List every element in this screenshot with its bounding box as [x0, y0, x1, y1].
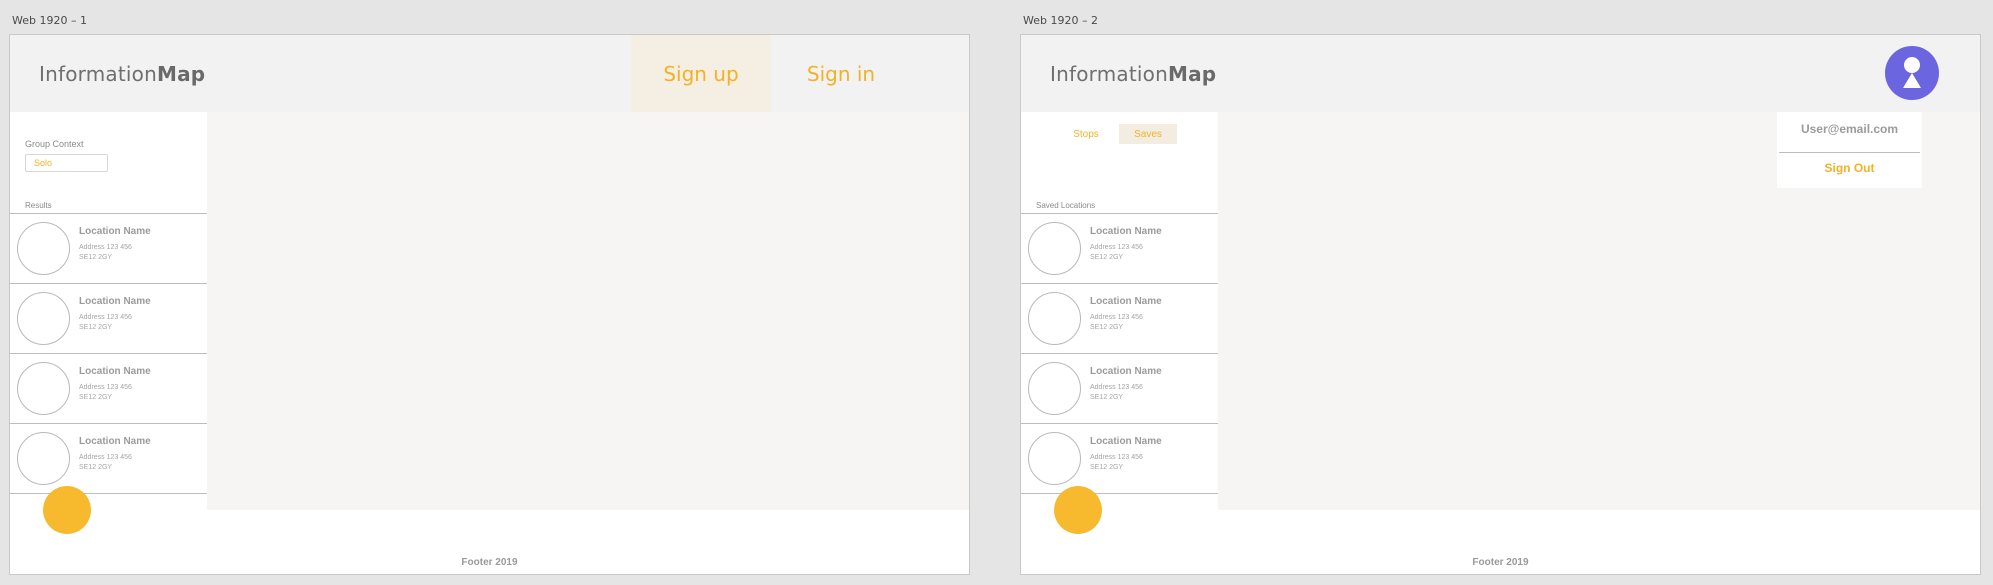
tab-stops[interactable]: Stops: [1057, 124, 1115, 144]
logo-bold: Map: [1167, 62, 1217, 86]
results-label: Results: [25, 201, 52, 210]
location-thumbnail: [1028, 432, 1081, 485]
saved-list: Location Name Address 123 456 SE12 2GY L…: [1021, 213, 1218, 494]
location-thumbnail: [1028, 292, 1081, 345]
group-context-select[interactable]: Solo: [25, 154, 108, 172]
list-item[interactable]: Location Name Address 123 456 SE12 2GY: [1021, 424, 1218, 494]
sidebar: Stops Saves Saved Locations Location Nam…: [1021, 112, 1218, 510]
location-postcode: SE12 2GY: [79, 464, 113, 471]
location-postcode: SE12 2GY: [1090, 394, 1124, 401]
location-thumbnail: [17, 292, 70, 345]
list-item[interactable]: Location Name Address 123 456 SE12 2GY: [1021, 214, 1218, 284]
header: InformationMap Sign up Sign in: [10, 35, 969, 112]
group-context-label: Group Context: [25, 139, 84, 149]
header: InformationMap: [1021, 35, 1980, 112]
sidebar: Group Context Solo Results Location Name…: [10, 112, 207, 510]
footer: Footer 2019: [1472, 557, 1529, 568]
location-address: Address 123 456: [1090, 244, 1143, 251]
map-area[interactable]: [207, 112, 969, 510]
user-dropdown-menu: User@email.com Sign Out: [1777, 112, 1922, 188]
location-name: Location Name: [79, 226, 151, 237]
logo[interactable]: InformationMap: [39, 62, 205, 86]
footer: Footer 2019: [461, 557, 518, 568]
location-thumbnail: [1028, 222, 1081, 275]
avatar-body: [1903, 73, 1921, 88]
user-avatar-icon[interactable]: [1885, 46, 1939, 100]
location-name: Location Name: [1090, 436, 1162, 447]
results-list: Location Name Address 123 456 SE12 2GY L…: [10, 213, 207, 494]
artboard-web-1: InformationMap Sign up Sign in Group Con…: [9, 34, 970, 575]
artboard-web-2: InformationMap Stops Saves Saved Locatio…: [1020, 34, 1981, 575]
list-item[interactable]: Location Name Address 123 456 SE12 2GY: [1021, 284, 1218, 354]
artboard-label-1: Web 1920 – 1: [12, 14, 87, 27]
location-name: Location Name: [79, 436, 151, 447]
location-address: Address 123 456: [79, 244, 132, 251]
location-thumbnail: [17, 432, 70, 485]
logo[interactable]: InformationMap: [1050, 62, 1216, 86]
avatar-head: [1904, 57, 1920, 73]
signin-button[interactable]: Sign in: [771, 35, 911, 112]
location-address: Address 123 456: [1090, 454, 1143, 461]
location-address: Address 123 456: [1090, 314, 1143, 321]
signout-button[interactable]: Sign Out: [1777, 161, 1922, 175]
location-address: Address 123 456: [79, 454, 132, 461]
location-postcode: SE12 2GY: [79, 324, 113, 331]
location-address: Address 123 456: [1090, 384, 1143, 391]
location-address: Address 123 456: [79, 314, 132, 321]
location-name: Location Name: [1090, 296, 1162, 307]
floating-action-button[interactable]: [1054, 486, 1102, 534]
location-postcode: SE12 2GY: [1090, 324, 1124, 331]
list-item[interactable]: Location Name Address 123 456 SE12 2GY: [10, 214, 207, 284]
artboard-label-2: Web 1920 – 2: [1023, 14, 1098, 27]
user-email: User@email.com: [1800, 122, 1899, 136]
location-name: Location Name: [79, 296, 151, 307]
location-thumbnail: [17, 362, 70, 415]
logo-bold: Map: [156, 62, 206, 86]
list-item[interactable]: Location Name Address 123 456 SE12 2GY: [10, 284, 207, 354]
menu-divider: [1779, 152, 1920, 153]
signup-button[interactable]: Sign up: [631, 35, 771, 112]
location-name: Location Name: [79, 366, 151, 377]
saved-locations-label: Saved Locations: [1036, 201, 1096, 210]
location-name: Location Name: [1090, 366, 1162, 377]
location-address: Address 123 456: [79, 384, 132, 391]
location-name: Location Name: [1090, 226, 1162, 237]
logo-light: Information: [39, 62, 157, 86]
location-thumbnail: [17, 222, 70, 275]
location-postcode: SE12 2GY: [79, 254, 113, 261]
location-postcode: SE12 2GY: [79, 394, 113, 401]
location-postcode: SE12 2GY: [1090, 254, 1124, 261]
location-thumbnail: [1028, 362, 1081, 415]
location-postcode: SE12 2GY: [1090, 464, 1124, 471]
floating-action-button[interactable]: [43, 486, 91, 534]
list-item[interactable]: Location Name Address 123 456 SE12 2GY: [10, 424, 207, 494]
list-item[interactable]: Location Name Address 123 456 SE12 2GY: [10, 354, 207, 424]
logo-light: Information: [1050, 62, 1168, 86]
tab-saves[interactable]: Saves: [1119, 124, 1177, 144]
list-item[interactable]: Location Name Address 123 456 SE12 2GY: [1021, 354, 1218, 424]
